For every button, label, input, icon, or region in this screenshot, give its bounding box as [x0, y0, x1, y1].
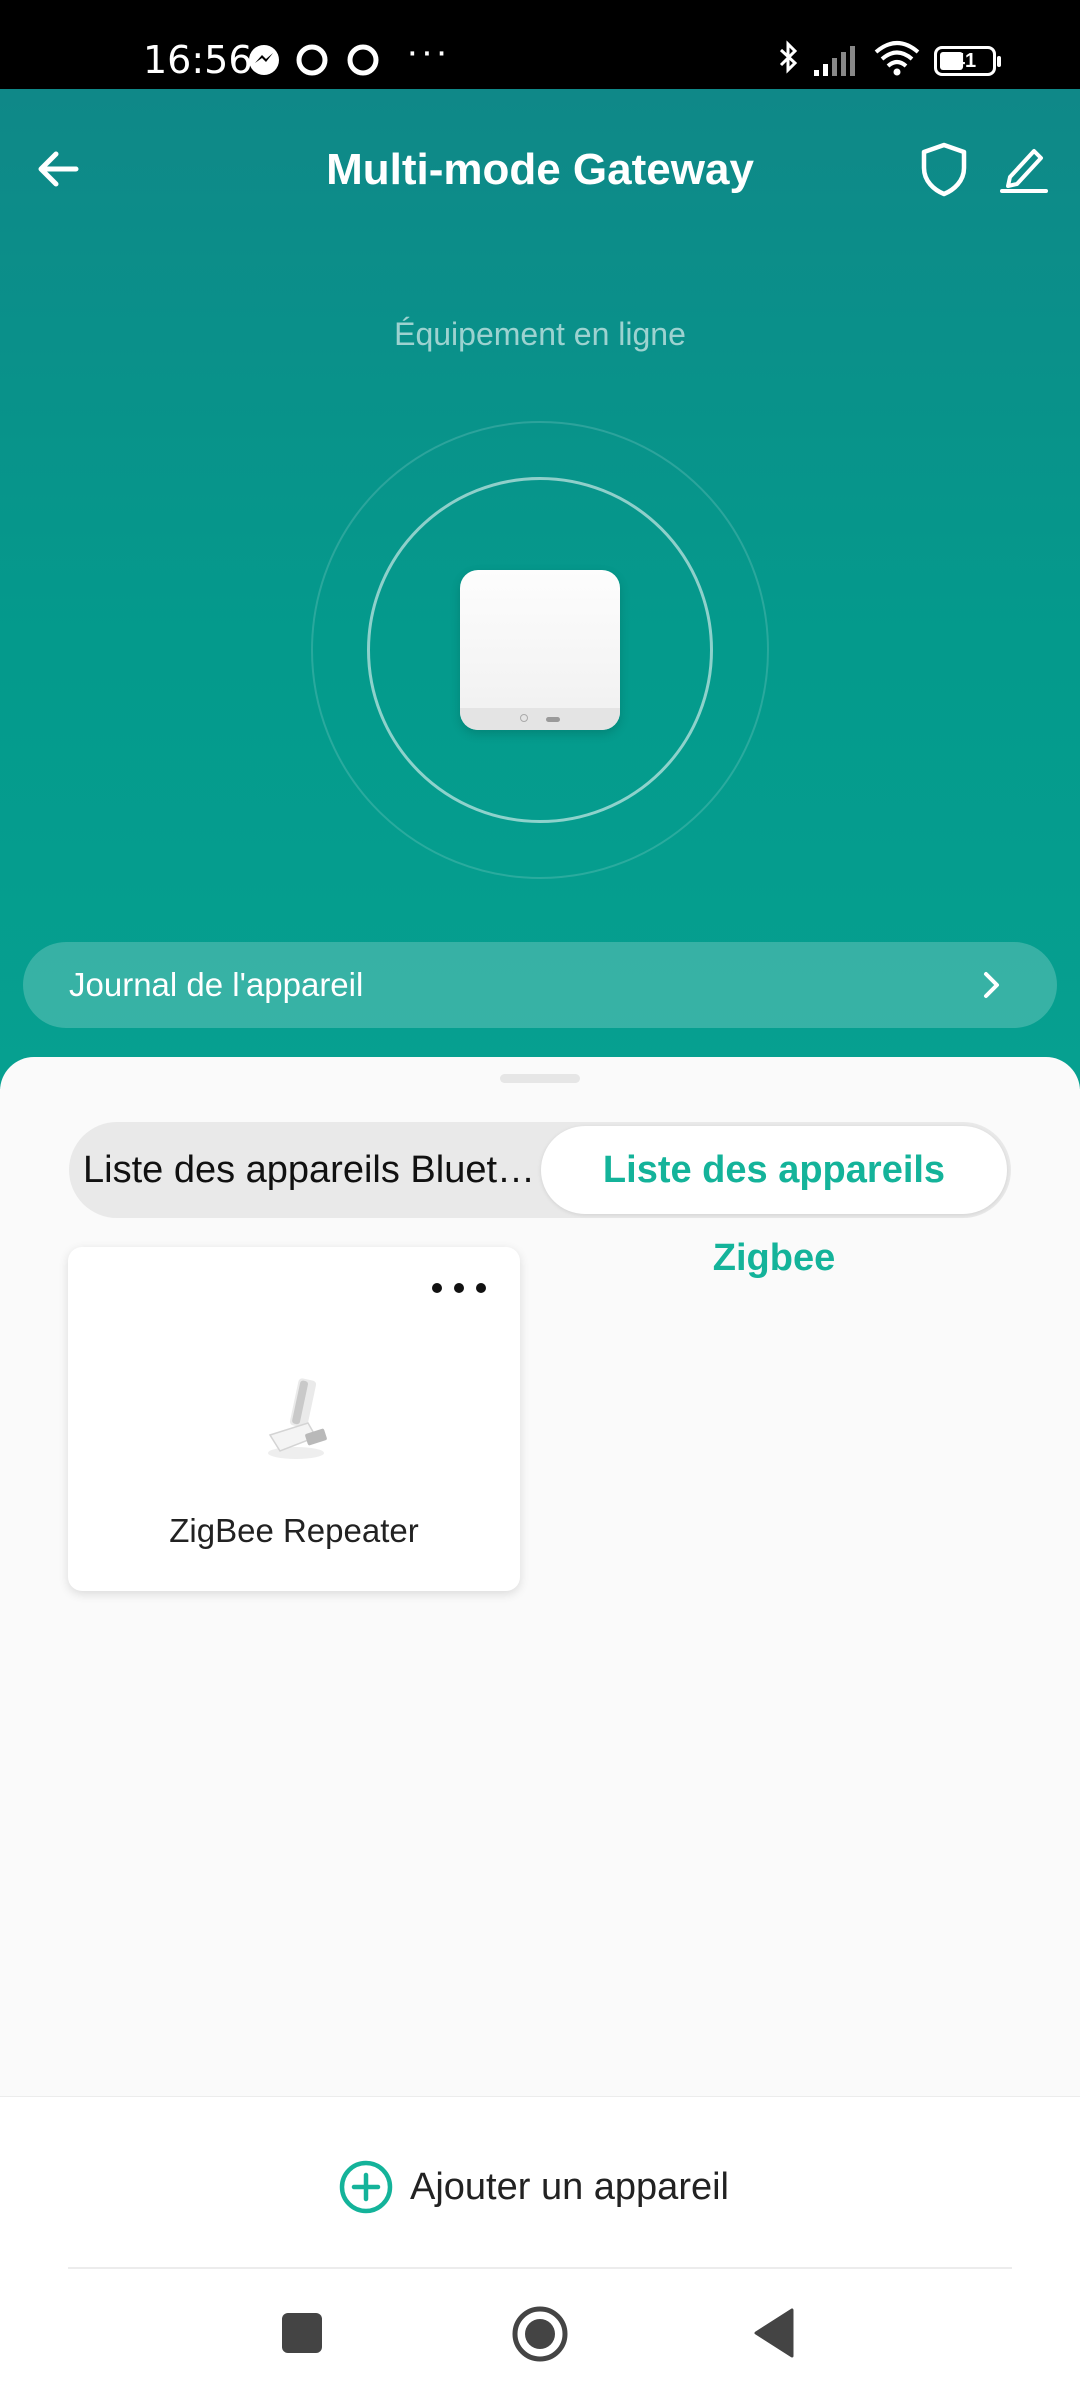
sheet-drag-handle[interactable] [500, 1074, 580, 1083]
device-list-tabs: Liste des appareils Bluet… Liste des app… [69, 1122, 1011, 1279]
add-circle-icon [339, 2160, 393, 2214]
status-time: 16:56 [143, 38, 253, 82]
battery-icon: 41 [934, 46, 1001, 76]
zigbee-repeater-image [268, 1378, 327, 1459]
edit-pencil-icon[interactable] [996, 139, 1052, 195]
home-icon[interactable] [511, 2305, 569, 2363]
circle-icon [296, 44, 328, 76]
online-status: Équipement en ligne [394, 316, 686, 352]
gateway-device-image [460, 570, 620, 730]
status-bar: 16:56 ··· 41 [0, 0, 1080, 89]
more-options-icon[interactable] [432, 1275, 492, 1299]
device-log-button[interactable]: Journal de l'appareil [23, 942, 1057, 1028]
add-device-label: Ajouter un appareil [410, 2165, 729, 2208]
more-notifications-indicator: ··· [406, 31, 450, 73]
bottom-bar: Ajouter un appareil [0, 2096, 1080, 2401]
battery-level: 41 [953, 50, 977, 72]
tab-zigbee-devices[interactable]: Liste des appareils Zigbee [541, 1126, 1007, 1279]
device-card[interactable]: ZigBee Repeater [68, 1247, 520, 1591]
shield-icon[interactable] [916, 139, 972, 199]
bluetooth-icon [779, 40, 798, 74]
messenger-icon [249, 45, 279, 75]
device-name: ZigBee Repeater [169, 1512, 419, 1549]
device-log-label: Journal de l'appareil [69, 966, 364, 1003]
add-device-button[interactable]: Ajouter un appareil [338, 2157, 729, 2217]
circle-icon [347, 44, 379, 76]
back-nav-icon[interactable] [752, 2307, 796, 2359]
recent-apps-icon[interactable] [280, 2311, 324, 2355]
signal-icon [814, 46, 855, 76]
nav-divider [68, 2267, 1012, 2269]
tab-bluetooth-devices[interactable]: Liste des appareils Bluet… [83, 1122, 603, 1218]
chevron-right-icon [984, 972, 999, 998]
device-hero: Multi-mode Gateway Équipement en ligne J… [0, 89, 1080, 1089]
wifi-icon [874, 41, 920, 76]
